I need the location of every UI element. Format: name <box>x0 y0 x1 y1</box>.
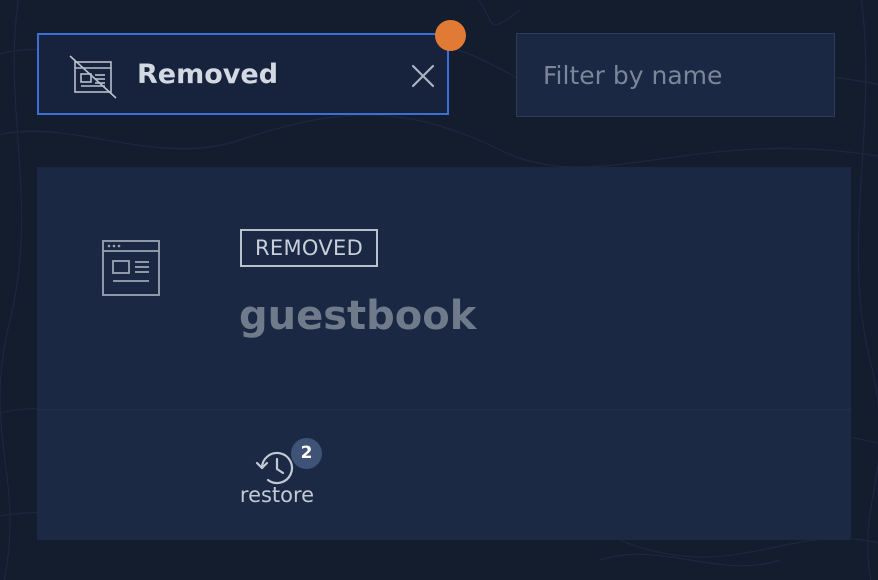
removed-app-icon <box>69 55 117 99</box>
notification-dot <box>435 20 466 51</box>
status-badge: REMOVED <box>240 229 379 267</box>
filter-by-name-input[interactable] <box>516 33 835 117</box>
filter-chip-label: Removed <box>137 59 279 90</box>
web-app-icon <box>102 240 160 296</box>
restore-button[interactable]: 2 restore <box>227 438 337 528</box>
app-card-footer: 2 restore <box>37 409 851 540</box>
close-icon[interactable] <box>409 62 437 90</box>
restore-label: restore <box>239 483 315 507</box>
app-name: guestbook <box>239 293 477 339</box>
app-card: REMOVED guestbook 2 restore <box>37 167 851 540</box>
restore-count-badge: 2 <box>291 438 322 469</box>
app-card-body: REMOVED guestbook <box>37 167 851 409</box>
filter-chip-removed[interactable]: Removed <box>37 33 449 115</box>
